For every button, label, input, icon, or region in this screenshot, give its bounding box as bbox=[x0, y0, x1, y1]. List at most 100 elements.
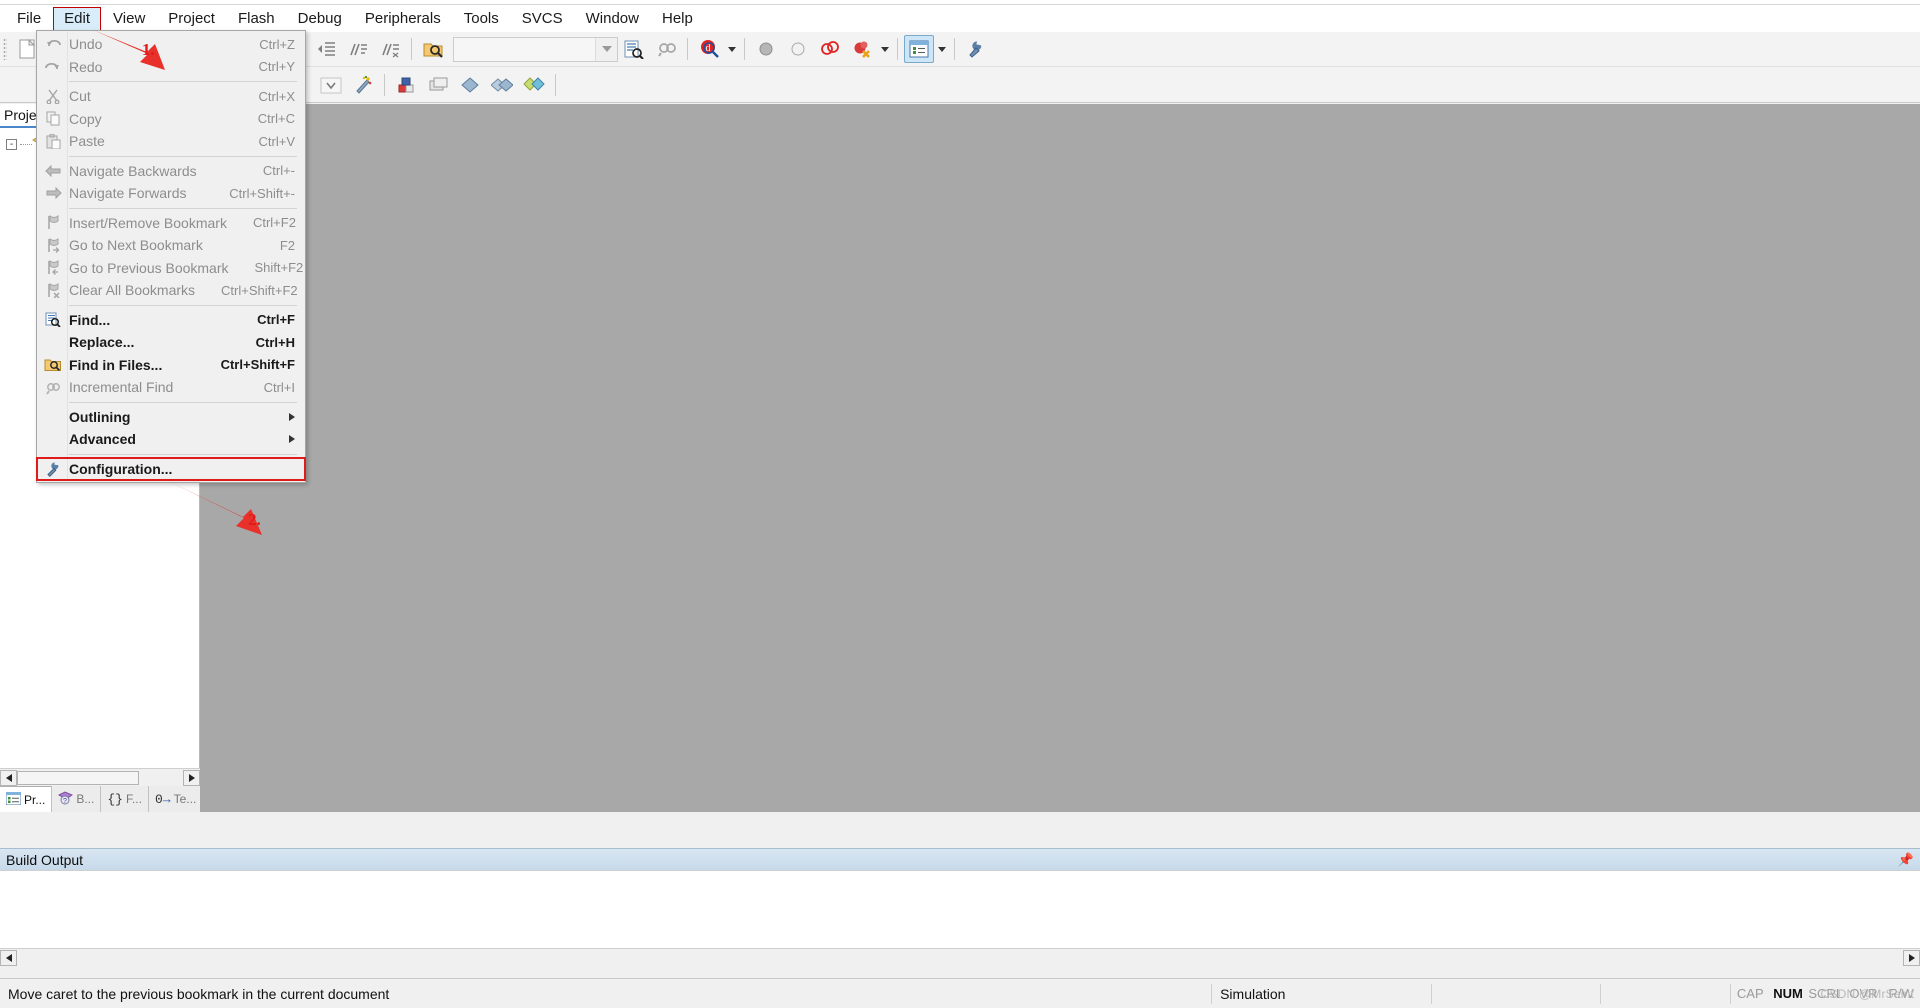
menu-item-insert-remove-bookmark-shortcut: Ctrl+F2 bbox=[252, 215, 296, 231]
menu-help[interactable]: Help bbox=[651, 7, 704, 31]
menu-item-navigate-forwards[interactable]: Navigate Forwards Ctrl+Shift+- bbox=[37, 182, 305, 205]
build-scroll-left-button[interactable] bbox=[0, 949, 17, 966]
menu-item-go-to-previous-bookmark[interactable]: Go to Previous Bookmark Shift+F2 bbox=[37, 257, 305, 280]
build-target-button[interactable] bbox=[391, 71, 421, 99]
menu-item-redo-label: Redo bbox=[69, 58, 103, 75]
disable-breakpoint-button[interactable] bbox=[783, 35, 813, 63]
menu-item-copy[interactable]: Copy Ctrl+C bbox=[37, 108, 305, 131]
rebuild-all-button[interactable] bbox=[423, 71, 453, 99]
load-to-flash-button[interactable] bbox=[519, 71, 549, 99]
download-button[interactable] bbox=[455, 71, 485, 99]
build-output-body[interactable] bbox=[0, 870, 1920, 966]
kill-all-breakpoints-button[interactable] bbox=[847, 35, 877, 63]
build-scroll-right-button[interactable] bbox=[1903, 949, 1920, 966]
menu-item-find-label: Find... bbox=[69, 311, 111, 328]
annotation-label-1: 1. bbox=[142, 40, 155, 59]
paste-icon bbox=[43, 132, 63, 150]
menu-view[interactable]: View bbox=[102, 7, 156, 31]
menu-file[interactable]: File bbox=[6, 7, 52, 31]
tab-books[interactable]: ? B... bbox=[52, 786, 102, 812]
editor-area[interactable] bbox=[200, 104, 1920, 812]
bookmark-next-icon bbox=[43, 236, 63, 254]
menu-item-incremental-find-shortcut: Ctrl+I bbox=[263, 379, 295, 395]
tab-functions[interactable]: {} F... bbox=[101, 786, 149, 812]
menu-item-outlining[interactable]: Outlining bbox=[37, 406, 305, 429]
tree-expander-icon[interactable]: - bbox=[6, 138, 17, 150]
menu-item-advanced[interactable]: Advanced bbox=[37, 428, 305, 451]
menu-item-navigate-backwards[interactable]: Navigate Backwards Ctrl+- bbox=[37, 160, 305, 183]
submenu-arrow-icon bbox=[289, 435, 295, 444]
menu-item-find-in-files[interactable]: Find in Files... Ctrl+Shift+F bbox=[37, 354, 305, 377]
project-panel-tabs: Pr... ? B... {} F... 0→ Te... bbox=[0, 786, 204, 812]
project-icon bbox=[5, 791, 22, 808]
menu-item-replace-label: Replace... bbox=[69, 334, 135, 351]
menu-item-undo[interactable]: Undo Ctrl+Z bbox=[37, 33, 305, 56]
manage-dropdown-icon[interactable] bbox=[935, 35, 949, 63]
menu-svcs[interactable]: SVCS bbox=[511, 7, 574, 31]
menu-item-incremental-find-label: Incremental Find bbox=[69, 379, 174, 396]
target-options-button[interactable] bbox=[348, 71, 378, 99]
find-in-files-button[interactable] bbox=[418, 35, 448, 63]
toolbar-separator bbox=[555, 73, 556, 96]
menu-separator bbox=[69, 401, 297, 403]
scroll-left-button[interactable] bbox=[0, 769, 17, 786]
menu-debug[interactable]: Debug bbox=[287, 7, 353, 31]
batch-build-button[interactable] bbox=[487, 71, 517, 99]
toolbar-grip[interactable] bbox=[3, 38, 7, 60]
insert-breakpoint-button[interactable] bbox=[751, 35, 781, 63]
menu-item-undo-shortcut: Ctrl+Z bbox=[259, 36, 295, 52]
menu-item-undo-label: Undo bbox=[69, 36, 103, 53]
incremental-find-button[interactable] bbox=[651, 35, 681, 63]
outdent-button[interactable] bbox=[311, 35, 341, 63]
uncomment-button[interactable] bbox=[375, 35, 405, 63]
menu-item-redo[interactable]: Redo Ctrl+Y bbox=[37, 56, 305, 79]
project-panel-hscrollbar[interactable] bbox=[0, 768, 200, 786]
menu-item-advanced-label: Advanced bbox=[69, 431, 136, 448]
menu-item-configuration[interactable]: Configuration... bbox=[36, 456, 306, 481]
menu-item-go-to-next-bookmark-shortcut: F2 bbox=[279, 237, 295, 253]
tab-templates-label: Te... bbox=[173, 792, 197, 806]
menu-item-clear-all-bookmarks-label: Clear All Bookmarks bbox=[69, 282, 196, 299]
find-combo[interactable] bbox=[453, 36, 618, 62]
menu-peripherals[interactable]: Peripherals bbox=[354, 7, 452, 31]
manage-project-items-button[interactable] bbox=[904, 35, 934, 63]
arrow-left-icon bbox=[43, 162, 63, 180]
menu-item-clear-all-bookmarks[interactable]: Clear All Bookmarks Ctrl+Shift+F2 bbox=[37, 279, 305, 302]
find-combo-dropdown-icon[interactable] bbox=[595, 37, 617, 61]
menu-tools[interactable]: Tools bbox=[453, 7, 510, 31]
tab-templates[interactable]: 0→ Te... bbox=[148, 786, 204, 812]
menu-project[interactable]: Project bbox=[157, 7, 226, 31]
find-symbol-dropdown-icon[interactable] bbox=[725, 35, 739, 63]
status-spacer-2 bbox=[1601, 979, 1730, 1008]
pin-icon[interactable]: 📌 bbox=[1898, 852, 1914, 868]
menu-item-paste[interactable]: Paste Ctrl+V bbox=[37, 130, 305, 153]
toolbar-separator bbox=[384, 73, 385, 96]
find-symbol-button[interactable]: d bbox=[694, 35, 724, 63]
menu-item-redo-shortcut: Ctrl+Y bbox=[258, 59, 295, 75]
menu-item-cut[interactable]: Cut Ctrl+X bbox=[37, 85, 305, 108]
breakpoints-dropdown-icon[interactable] bbox=[878, 35, 892, 63]
find-icon bbox=[43, 311, 63, 329]
menu-flash[interactable]: Flash bbox=[227, 7, 286, 31]
find-button[interactable] bbox=[619, 35, 649, 63]
scroll-thumb[interactable] bbox=[17, 770, 139, 785]
menu-edit[interactable]: Edit bbox=[53, 6, 102, 31]
tab-books-label: B... bbox=[76, 792, 95, 806]
menu-item-paste-label: Paste bbox=[69, 133, 105, 150]
menu-item-find[interactable]: Find... Ctrl+F bbox=[37, 309, 305, 332]
tab-project-label: Pr... bbox=[24, 792, 46, 807]
build-output-hscrollbar[interactable] bbox=[0, 948, 1920, 966]
disable-all-breakpoints-button[interactable] bbox=[815, 35, 845, 63]
configuration-toolbar-button[interactable] bbox=[961, 35, 991, 63]
menu-separator bbox=[69, 207, 297, 209]
tab-project[interactable]: Pr... bbox=[0, 786, 53, 812]
menu-window[interactable]: Window bbox=[575, 7, 650, 31]
menu-item-replace[interactable]: Replace... Ctrl+H bbox=[37, 331, 305, 354]
menu-item-incremental-find[interactable]: Incremental Find Ctrl+I bbox=[37, 376, 305, 399]
comment-button[interactable] bbox=[343, 35, 373, 63]
scroll-right-button[interactable] bbox=[183, 769, 200, 786]
target-combo-button[interactable] bbox=[316, 71, 346, 99]
menu-item-go-to-next-bookmark[interactable]: Go to Next Bookmark F2 bbox=[37, 234, 305, 257]
menu-item-cut-shortcut: Ctrl+X bbox=[258, 88, 295, 104]
menu-item-insert-remove-bookmark[interactable]: Insert/Remove Bookmark Ctrl+F2 bbox=[37, 212, 305, 235]
